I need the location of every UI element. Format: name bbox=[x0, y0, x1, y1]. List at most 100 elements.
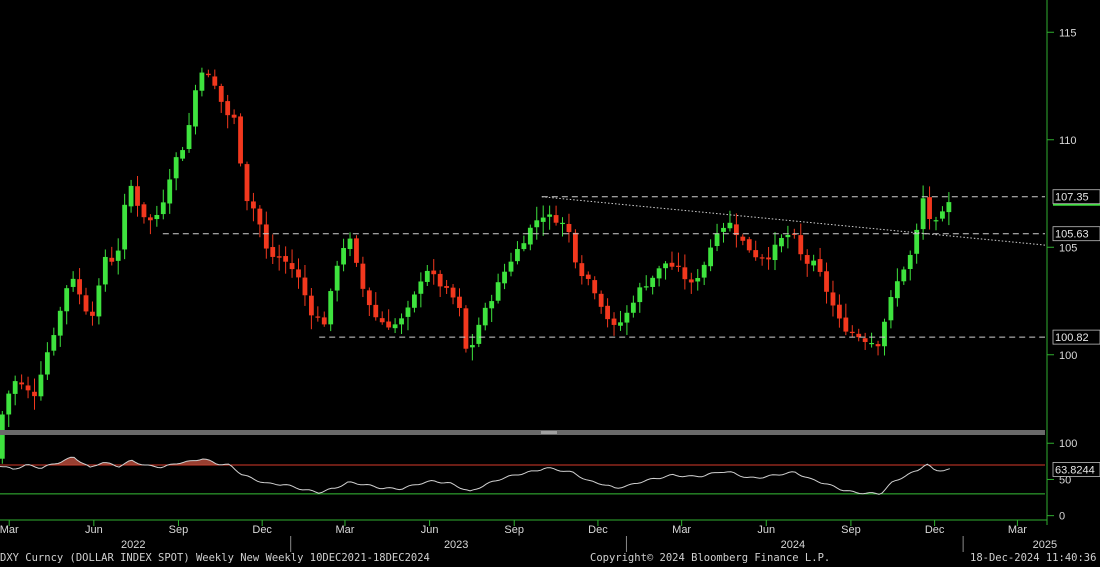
candle-body bbox=[882, 321, 887, 347]
candle-body bbox=[51, 335, 57, 351]
level-105-63-label: 105.63 bbox=[1055, 229, 1089, 241]
candle-body bbox=[656, 268, 662, 279]
candle-body bbox=[849, 331, 855, 334]
month-tick-label: Dec bbox=[588, 524, 608, 536]
candle-body bbox=[592, 280, 598, 294]
price-tick-label: 105 bbox=[1059, 242, 1077, 254]
candle-body bbox=[83, 295, 89, 312]
candle-body bbox=[469, 345, 475, 348]
month-tick-label: Jun bbox=[757, 524, 775, 536]
candle-body bbox=[276, 256, 282, 258]
candle-body bbox=[450, 287, 456, 298]
month-tick-label: Sep bbox=[169, 524, 189, 536]
candle-body bbox=[115, 250, 121, 261]
candle-body bbox=[205, 73, 211, 76]
candle-body bbox=[920, 198, 926, 230]
month-tick-label: Jun bbox=[421, 524, 439, 536]
candle-body bbox=[444, 286, 450, 288]
candle-body bbox=[341, 247, 346, 265]
candle-body bbox=[476, 324, 482, 344]
candle-body bbox=[457, 296, 462, 308]
candle-body bbox=[328, 291, 334, 325]
level-100-82-label: 100.82 bbox=[1055, 332, 1089, 344]
candle-body bbox=[399, 318, 404, 325]
candle-body bbox=[560, 222, 565, 225]
candle-body bbox=[624, 312, 630, 323]
candle-body bbox=[682, 267, 688, 280]
candle-body bbox=[386, 321, 392, 328]
candle-body bbox=[630, 302, 636, 313]
candle-body bbox=[927, 197, 932, 220]
candle-body bbox=[25, 385, 31, 391]
candle-body bbox=[96, 285, 102, 317]
candle-body bbox=[540, 217, 546, 222]
candle-body bbox=[482, 307, 488, 326]
candle-body bbox=[669, 262, 675, 267]
candle-body bbox=[431, 270, 437, 275]
candle-body bbox=[817, 259, 823, 272]
candle-body bbox=[244, 164, 250, 202]
chart-background bbox=[0, 0, 1100, 567]
candle-body bbox=[798, 235, 804, 255]
candle-body bbox=[308, 295, 314, 316]
month-tick-label: Jun bbox=[85, 524, 103, 536]
candle-body bbox=[392, 324, 398, 329]
candle-body bbox=[463, 308, 469, 349]
candle-body bbox=[141, 204, 147, 218]
candle-body bbox=[373, 304, 379, 318]
candle-body bbox=[257, 208, 263, 225]
candle-body bbox=[521, 243, 527, 250]
timestamp: 18-Dec-2024 11:40:36 bbox=[970, 552, 1097, 564]
price-tick-label: 115 bbox=[1059, 27, 1077, 39]
candle-body bbox=[122, 204, 128, 250]
candle-body bbox=[0, 414, 5, 459]
candle-body bbox=[618, 322, 623, 326]
candle-body bbox=[894, 281, 900, 299]
candle-body bbox=[888, 297, 894, 321]
candle-body bbox=[347, 238, 353, 250]
candle-body bbox=[637, 287, 643, 303]
candle-body bbox=[727, 222, 733, 229]
candle-body bbox=[901, 269, 907, 282]
month-tick-label: Mar bbox=[1008, 524, 1027, 536]
candle-body bbox=[566, 223, 572, 233]
candle-body bbox=[289, 263, 295, 270]
candle-body bbox=[746, 239, 752, 251]
candle-body bbox=[611, 318, 617, 325]
candle-body bbox=[44, 352, 50, 375]
security-description: DXY Curncy (DOLLAR INDEX SPOT) Weekly Ne… bbox=[0, 552, 430, 564]
candle-body bbox=[186, 125, 192, 150]
month-tick-label: Mar bbox=[0, 524, 19, 536]
candle-body bbox=[553, 215, 559, 223]
rsi-tick-label: 0 bbox=[1059, 511, 1065, 523]
candle-body bbox=[650, 277, 656, 287]
candle-body bbox=[875, 344, 881, 347]
candle-body bbox=[495, 282, 501, 301]
candle-body bbox=[547, 214, 553, 217]
candle-body bbox=[57, 310, 63, 336]
candle-body bbox=[321, 317, 327, 325]
candle-body bbox=[804, 255, 810, 264]
candle-body bbox=[424, 270, 430, 282]
candle-body bbox=[843, 317, 849, 332]
price-tick-label: 100 bbox=[1059, 350, 1077, 362]
candle-body bbox=[572, 232, 578, 263]
candle-body bbox=[154, 215, 160, 220]
candle-body bbox=[366, 290, 372, 306]
candle-body bbox=[785, 234, 791, 238]
candle-body bbox=[740, 236, 746, 241]
month-tick-label: Sep bbox=[841, 524, 861, 536]
candle-body bbox=[515, 249, 520, 262]
candle-body bbox=[296, 269, 301, 278]
candle-body bbox=[759, 257, 765, 259]
candle-body bbox=[907, 254, 913, 269]
year-tick-label: 2022 bbox=[121, 539, 145, 551]
candle-body bbox=[579, 263, 585, 277]
candle-body bbox=[933, 220, 939, 222]
candle-body bbox=[128, 185, 134, 207]
month-tick-label: Mar bbox=[672, 524, 691, 536]
year-tick-label: 2023 bbox=[444, 539, 468, 551]
candle-body bbox=[32, 391, 37, 397]
candle-body bbox=[379, 318, 385, 323]
candle-body bbox=[489, 301, 495, 309]
